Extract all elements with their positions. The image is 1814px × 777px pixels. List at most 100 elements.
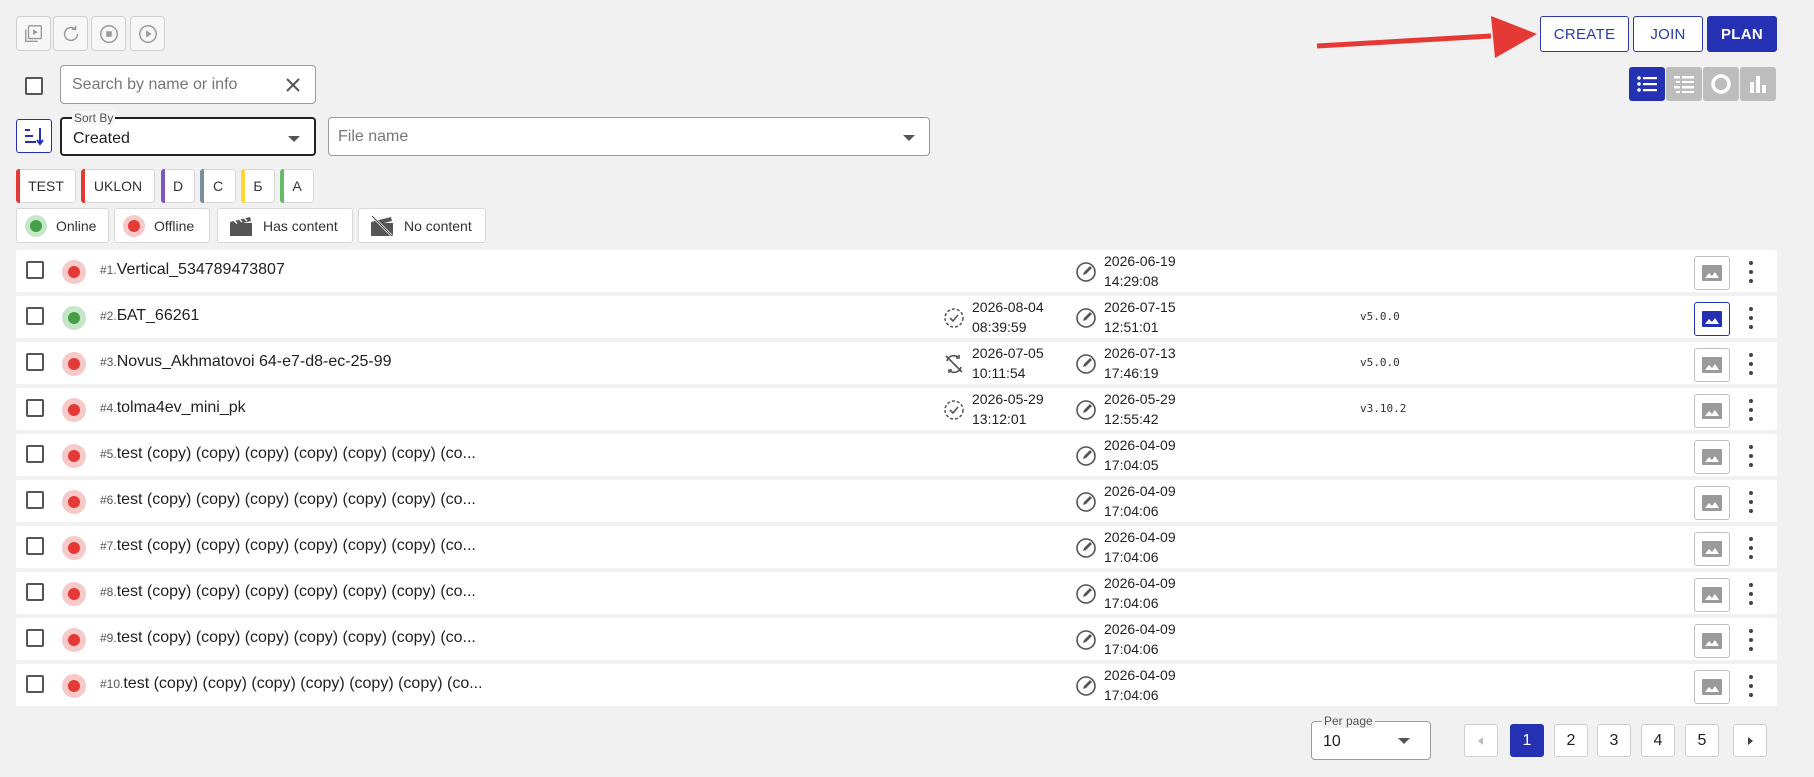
page-button-3[interactable]: 3: [1597, 724, 1631, 757]
row-checkbox[interactable]: [26, 353, 44, 371]
version-label: v3.10.2: [1360, 402, 1407, 415]
preview-button[interactable]: [1694, 348, 1730, 382]
sort-by-select[interactable]: Sort By Created: [60, 111, 316, 156]
tag-chip[interactable]: Б: [241, 169, 275, 203]
more-options-icon[interactable]: [1746, 583, 1756, 605]
preview-button[interactable]: [1694, 394, 1730, 428]
join-button[interactable]: JOIN: [1633, 16, 1703, 52]
preview-button[interactable]: [1694, 532, 1730, 566]
page-button-5[interactable]: 5: [1685, 724, 1719, 757]
offline-status-icon: [62, 582, 86, 606]
bar-view-button[interactable]: [1740, 67, 1776, 101]
sync-time: 13:12:01: [972, 411, 1027, 427]
plan-button[interactable]: PLAN: [1707, 16, 1777, 52]
list-view-button[interactable]: [1629, 67, 1665, 101]
preview-button[interactable]: [1694, 486, 1730, 520]
more-options-icon[interactable]: [1746, 491, 1756, 513]
preview-button[interactable]: [1694, 624, 1730, 658]
device-name[interactable]: #8.test (copy) (copy) (copy) (copy) (cop…: [100, 583, 476, 601]
image-icon: [1702, 633, 1722, 649]
page-button-2[interactable]: 2: [1554, 724, 1588, 757]
row-checkbox[interactable]: [26, 537, 44, 555]
device-name[interactable]: #2.БАТ_66261: [100, 307, 199, 325]
edit-time: 17:04:06: [1104, 503, 1159, 519]
sort-by-label: Sort By: [72, 111, 116, 125]
device-name[interactable]: #7.test (copy) (copy) (copy) (copy) (cop…: [100, 537, 476, 555]
row-checkbox[interactable]: [26, 491, 44, 509]
detail-view-button[interactable]: [1666, 67, 1702, 101]
more-options-icon[interactable]: [1746, 537, 1756, 559]
tag-chip[interactable]: TEST: [16, 169, 76, 203]
file-name-select[interactable]: File name: [328, 117, 930, 156]
no-content-filter-chip[interactable]: No content: [358, 208, 486, 243]
preview-button[interactable]: [1694, 670, 1730, 704]
row-checkbox[interactable]: [26, 445, 44, 463]
sort-by-value: Created: [73, 130, 130, 147]
device-name[interactable]: #9.test (copy) (copy) (copy) (copy) (cop…: [100, 629, 476, 647]
row-checkbox[interactable]: [26, 307, 44, 325]
device-name[interactable]: #3.Novus_Akhmatovoi 64-e7-d8-ec-25-99: [100, 353, 392, 371]
table-row[interactable]: #7.test (copy) (copy) (copy) (copy) (cop…: [16, 526, 1777, 568]
more-options-icon[interactable]: [1746, 261, 1756, 283]
refresh-button[interactable]: [53, 16, 88, 51]
next-page-button[interactable]: [1733, 724, 1767, 757]
more-options-icon[interactable]: [1746, 307, 1756, 329]
edit-date: 2026-04-09: [1104, 437, 1176, 453]
row-checkbox[interactable]: [26, 583, 44, 601]
edit-icon: [1076, 492, 1096, 512]
more-options-icon[interactable]: [1746, 399, 1756, 421]
tag-chip[interactable]: D: [161, 169, 195, 203]
table-row[interactable]: #2.БАТ_66261 2026-08-04 08:39:59 2026-07-15…: [16, 296, 1777, 338]
create-button[interactable]: CREATE: [1540, 16, 1629, 52]
more-options-icon[interactable]: [1746, 353, 1756, 375]
tag-chip[interactable]: A: [280, 169, 314, 203]
page-button-1[interactable]: 1: [1510, 724, 1544, 757]
preview-button[interactable]: [1694, 256, 1730, 290]
table-row[interactable]: #3.Novus_Akhmatovoi 64-e7-d8-ec-25-99 202…: [16, 342, 1777, 384]
has-content-filter-chip[interactable]: Has content: [217, 208, 353, 243]
tag-chip[interactable]: C: [200, 169, 236, 203]
table-row[interactable]: #6.test (copy) (copy) (copy) (copy) (cop…: [16, 480, 1777, 522]
select-all-checkbox[interactable]: [25, 77, 43, 95]
table-row[interactable]: #4.tolma4ev_mini_pk 2026-05-29 13:12:01 202…: [16, 388, 1777, 430]
prev-page-button[interactable]: [1464, 724, 1498, 757]
device-name[interactable]: #4.tolma4ev_mini_pk: [100, 399, 246, 417]
row-checkbox[interactable]: [26, 261, 44, 279]
more-options-icon[interactable]: [1746, 675, 1756, 697]
row-checkbox[interactable]: [26, 399, 44, 417]
table-row[interactable]: #8.test (copy) (copy) (copy) (copy) (cop…: [16, 572, 1777, 614]
version-label: v5.0.0: [1360, 356, 1400, 369]
device-name[interactable]: #5.test (copy) (copy) (copy) (copy) (cop…: [100, 445, 476, 463]
device-name[interactable]: #10.test (copy) (copy) (copy) (copy) (co…: [100, 675, 483, 693]
table-row[interactable]: #10.test (copy) (copy) (copy) (copy) (co…: [16, 664, 1777, 706]
row-checkbox[interactable]: [26, 629, 44, 647]
edit-time: 12:55:42: [1104, 411, 1159, 427]
tag-chip[interactable]: UKLON: [81, 169, 155, 203]
device-name[interactable]: #1.Vertical_534789473807: [100, 261, 285, 279]
clear-search-icon[interactable]: [283, 75, 303, 95]
search-input[interactable]: Search by name or info: [60, 65, 316, 104]
table-row[interactable]: #5.test (copy) (copy) (copy) (copy) (cop…: [16, 434, 1777, 476]
row-checkbox[interactable]: [26, 675, 44, 693]
tag-label: C: [212, 178, 224, 194]
table-row[interactable]: #1.Vertical_534789473807 2026-06-19 14:29:…: [16, 250, 1777, 292]
play-library-button[interactable]: [16, 16, 51, 51]
offline-filter-chip[interactable]: Offline: [114, 208, 210, 243]
sort-direction-button[interactable]: [16, 119, 52, 153]
tag-color-bar: [16, 169, 20, 203]
play-button[interactable]: [130, 16, 165, 51]
preview-button[interactable]: [1694, 578, 1730, 612]
device-name[interactable]: #6.test (copy) (copy) (copy) (copy) (cop…: [100, 491, 476, 509]
more-options-icon[interactable]: [1746, 445, 1756, 467]
page-button-4[interactable]: 4: [1641, 724, 1675, 757]
table-row[interactable]: #9.test (copy) (copy) (copy) (copy) (cop…: [16, 618, 1777, 660]
more-options-icon[interactable]: [1746, 629, 1756, 651]
preview-button[interactable]: [1694, 440, 1730, 474]
image-icon: [1702, 449, 1722, 465]
donut-view-button[interactable]: [1703, 67, 1739, 101]
stop-button[interactable]: [91, 16, 126, 51]
per-page-select[interactable]: Per page 10: [1311, 714, 1431, 760]
preview-button[interactable]: [1694, 302, 1730, 336]
online-filter-chip[interactable]: Online: [16, 208, 109, 243]
row-number: #2.: [100, 309, 117, 323]
